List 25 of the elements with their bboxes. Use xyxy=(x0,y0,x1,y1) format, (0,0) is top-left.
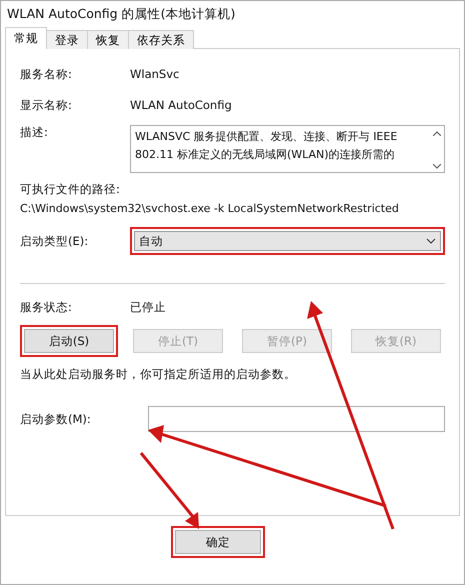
field-label: 服务名称: xyxy=(20,66,73,82)
field-label: 启动参数(M): xyxy=(20,412,92,426)
path-text: C:\Windows\system32\svchost.exe -k LocalSystemNetworkRestricted xyxy=(20,202,400,215)
startup-type-dropdown[interactable]: 自动 xyxy=(134,231,441,251)
ok-button[interactable]: 确定 xyxy=(175,530,261,554)
field-label: 可执行文件的路径: xyxy=(20,182,121,197)
tab[interactable]: 登录 xyxy=(46,30,88,49)
window-title: WLAN AutoConfig 的属性(本地计算机) xyxy=(7,6,236,22)
hint-text: 当从此处启动服务时，你可指定所适用的启动参数。 xyxy=(20,367,297,382)
tab[interactable]: 常规 xyxy=(5,27,47,49)
service-button[interactable]: 启动(S) xyxy=(24,329,114,353)
field-value: WLAN AutoConfig xyxy=(130,98,232,112)
scroll-up-icon[interactable] xyxy=(432,131,440,136)
status-value: 已停止 xyxy=(130,300,166,314)
caret-icon xyxy=(426,238,436,244)
scroll-down-icon[interactable] xyxy=(432,164,440,169)
field-value: WlanSvc xyxy=(130,67,180,81)
field-label: 显示名称: xyxy=(20,98,73,112)
field-label: 启动类型(E): xyxy=(20,234,90,248)
field-label: 服务状态: xyxy=(20,300,73,314)
parameters-field[interactable] xyxy=(148,406,445,432)
description-box[interactable]: WLANSVC 服务提供配置、发现、连接、断开与 IEEE 802.11 标准定义的无线局域网(WLAN)的连接所需的 xyxy=(130,125,445,173)
tab[interactable]: 依存关系 xyxy=(128,30,194,49)
tab[interactable]: 恢复 xyxy=(87,30,129,49)
field-label: 描述: xyxy=(20,125,49,140)
